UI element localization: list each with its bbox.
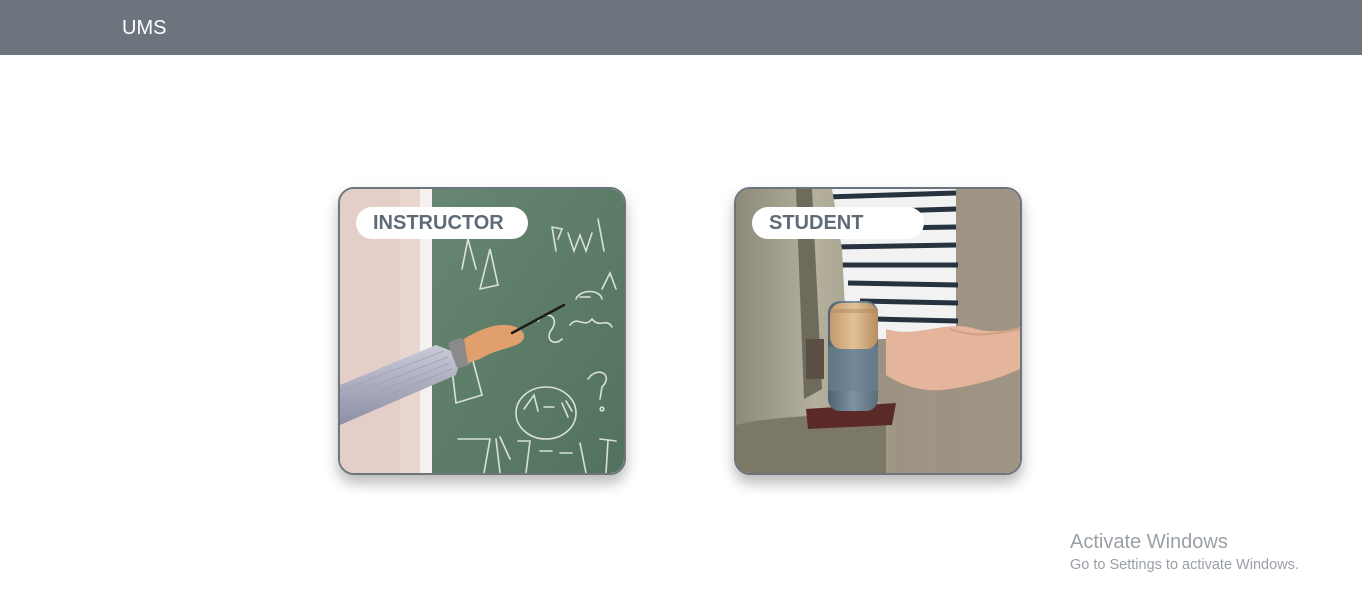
student-card[interactable]: STUDENT bbox=[734, 187, 1022, 475]
watermark-title: Activate Windows bbox=[1070, 531, 1228, 553]
watermark-subtitle: Go to Settings to activate Windows. bbox=[1070, 557, 1299, 573]
student-label: STUDENT bbox=[752, 207, 924, 239]
instructor-card[interactable]: INSTRUCTOR bbox=[338, 187, 626, 475]
instructor-label: INSTRUCTOR bbox=[356, 207, 528, 239]
activate-windows-watermark: Activate Windows Go to Settings to activ… bbox=[1070, 530, 1299, 576]
navbar: UMS bbox=[0, 0, 1362, 55]
brand-link[interactable]: UMS bbox=[122, 15, 166, 41]
